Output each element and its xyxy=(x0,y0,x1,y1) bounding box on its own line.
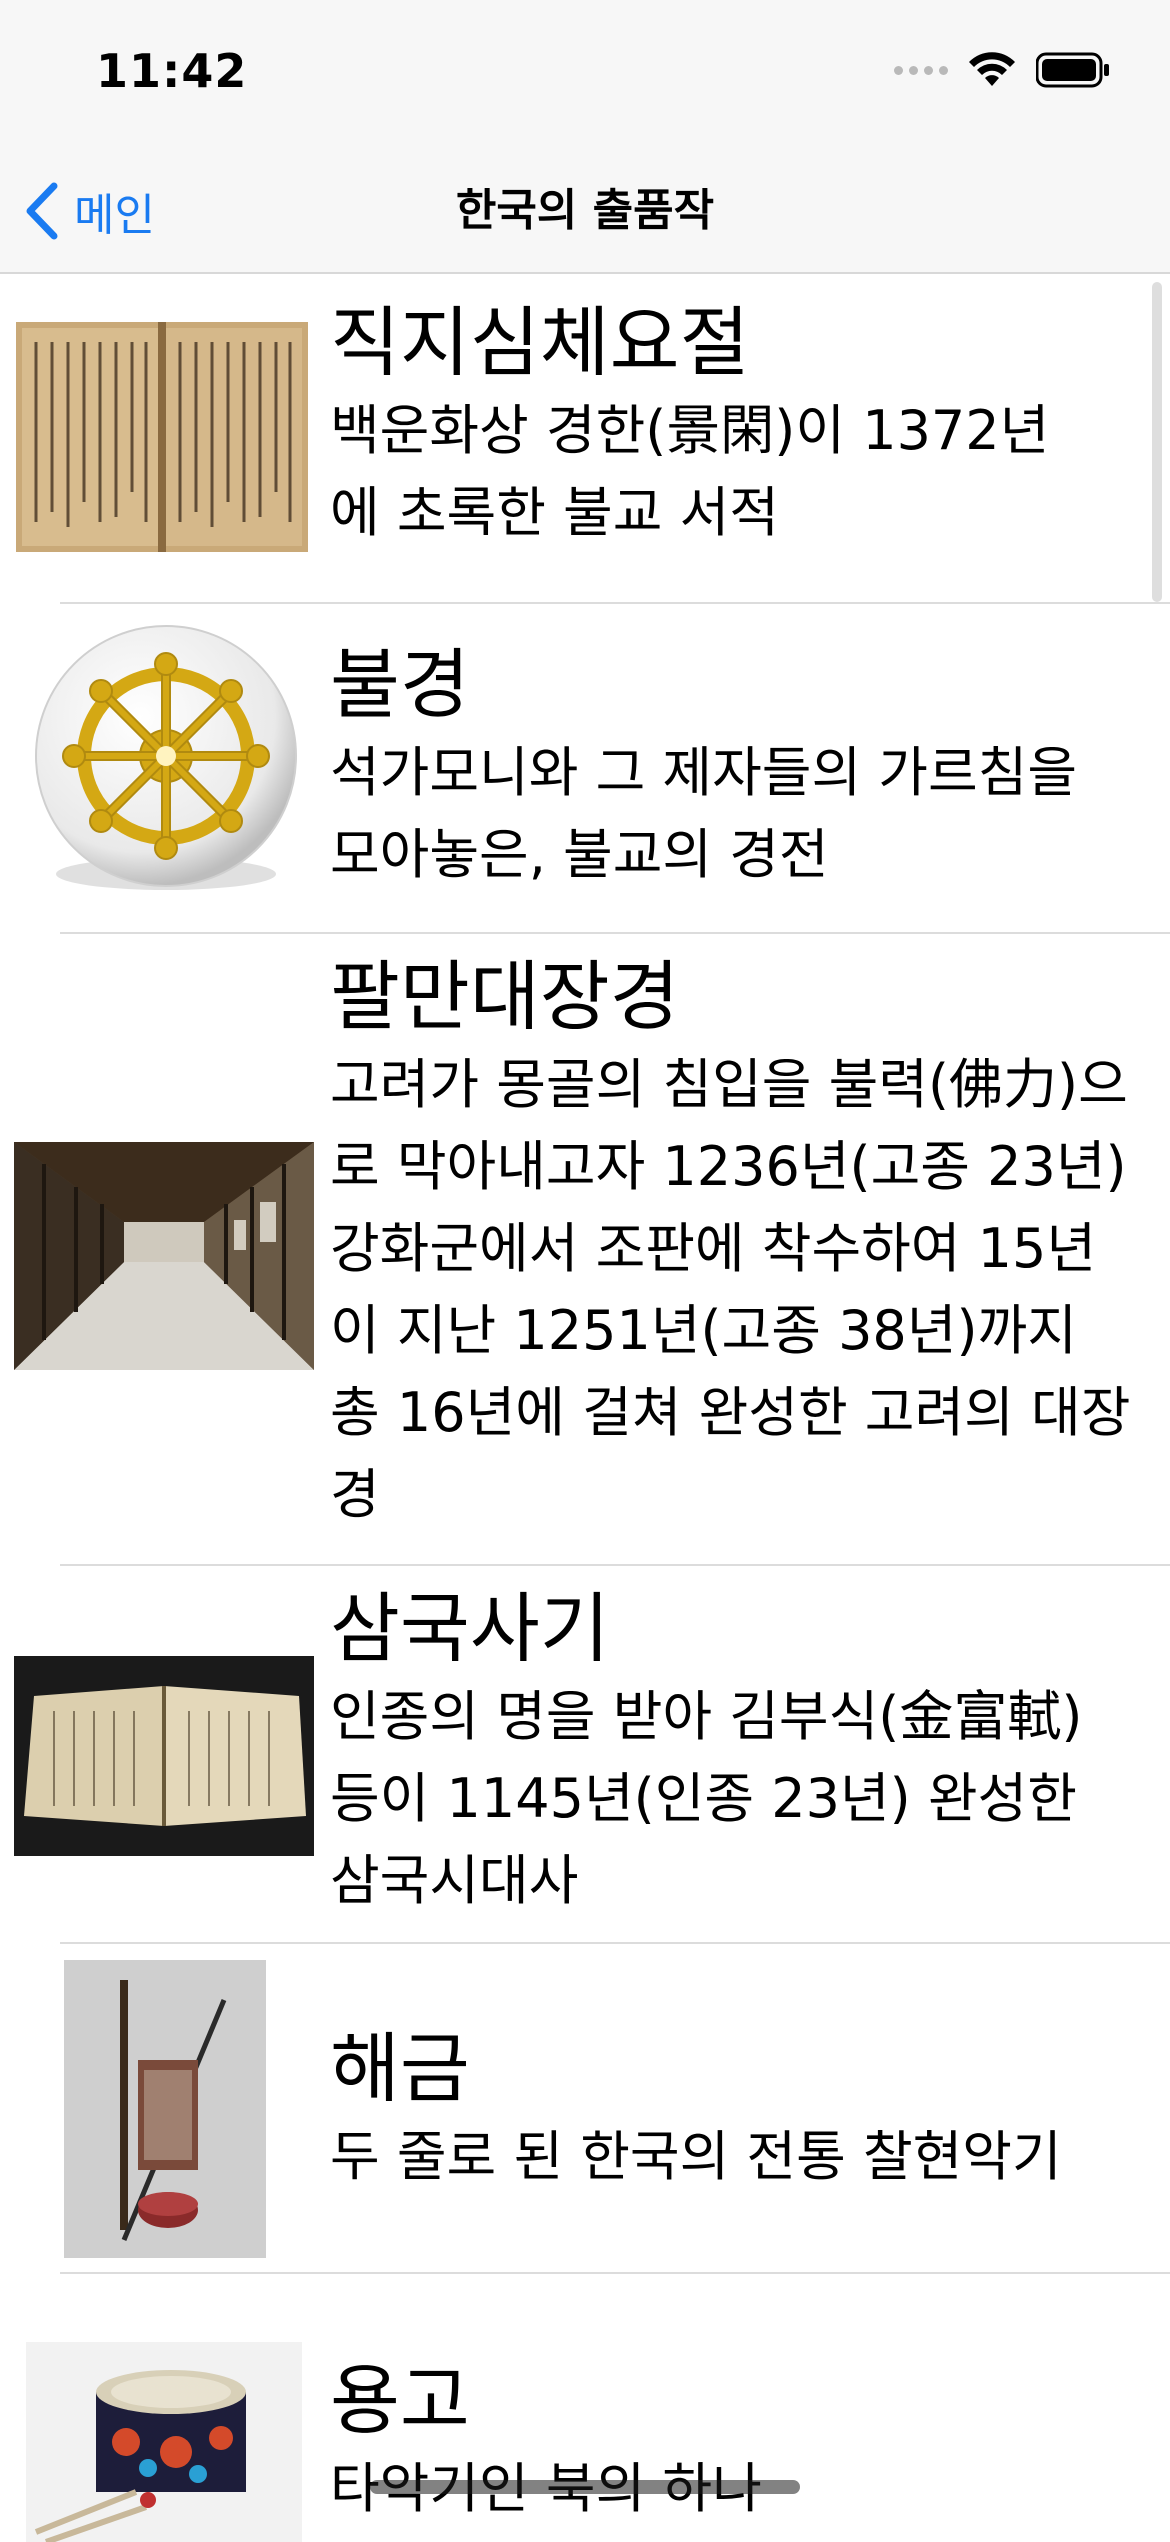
old-book-image xyxy=(16,322,308,552)
item-description: 고려가 몽골의 침입을 불력(佛力)으로 막아내고자 1236년(고종 23년)… xyxy=(330,1053,1131,1526)
item-description: 인종의 명을 받아 김부식(金富軾)등이 1145년(인종 23년) 완성한 삼… xyxy=(330,1685,1083,1912)
exhibit-list: 직지심체요절 백운화상 경한(景閑)이 1372년에 초록한 불교 서적 불경 … xyxy=(0,274,1170,2542)
status-bar: 11:42 xyxy=(0,0,1170,150)
status-icons xyxy=(894,52,1110,88)
status-time: 11:42 xyxy=(96,44,248,98)
home-indicator[interactable] xyxy=(370,2480,800,2494)
item-title: 불경 xyxy=(330,640,470,729)
list-item-text: 용고 타악기인 북의 하나 xyxy=(330,2354,1160,2530)
list-item-sutra[interactable]: 불경 석가모니와 그 제자들의 가르침을 모아놓은, 불교의 경전 xyxy=(0,604,1170,934)
dharma-wheel-icon xyxy=(32,624,300,904)
list-item-jikji[interactable]: 직지심체요절 백운화상 경한(景閑)이 1372년에 초록한 불교 서적 xyxy=(0,274,1170,604)
item-title: 용고 xyxy=(330,2356,470,2445)
list-item-text: 삼국사기 인종의 명을 받아 김부식(金富軾)등이 1145년(인종 23년) … xyxy=(330,1582,1150,1922)
list-item-text: 팔만대장경 고려가 몽골의 침입을 불력(佛力)으로 막아내고자 1236년(고… xyxy=(330,950,1150,1536)
scroll-indicator[interactable] xyxy=(1152,282,1162,602)
item-title: 삼국사기 xyxy=(330,1584,610,1673)
wifi-icon xyxy=(969,52,1015,86)
list-item-yonggo[interactable]: 용고 타악기인 북의 하나 xyxy=(0,2274,1170,2542)
item-title: 팔만대장경 xyxy=(330,952,680,1041)
list-item-text: 해금 두 줄로 된 한국의 전통 찰현악기 xyxy=(330,2022,1160,2198)
battery-icon xyxy=(1036,52,1109,88)
cellular-signal-icon xyxy=(894,65,948,75)
list-item-text: 직지심체요절 백운화상 경한(景閑)이 1372년에 초록한 불교 서적 xyxy=(330,296,1090,554)
open-book-image xyxy=(14,1656,314,1856)
item-description: 두 줄로 된 한국의 전통 찰현악기 xyxy=(330,2125,1062,2188)
list-item-text: 불경 석가모니와 그 제자들의 가르침을 모아놓은, 불교의 경전 xyxy=(330,638,1150,896)
list-item-samguk-sagi[interactable]: 삼국사기 인종의 명을 받아 김부식(金富軾)등이 1145년(인종 23년) … xyxy=(0,1566,1170,1944)
drum-image xyxy=(26,2342,302,2542)
item-description: 석가모니와 그 제자들의 가르침을 모아놓은, 불교의 경전 xyxy=(330,741,1078,886)
item-title: 해금 xyxy=(330,2024,470,2113)
page-title: 한국의 출품작 xyxy=(455,185,715,236)
list-item-haegeum[interactable]: 해금 두 줄로 된 한국의 전통 찰현악기 xyxy=(0,1944,1170,2274)
list-item-tripitaka[interactable]: 팔만대장경 고려가 몽골의 침입을 불력(佛力)으로 막아내고자 1236년(고… xyxy=(0,934,1170,1566)
haegeum-image xyxy=(64,1960,266,2258)
library-hall-image xyxy=(14,1142,314,1370)
item-description: 백운화상 경한(景閑)이 1372년에 초록한 불교 서적 xyxy=(330,399,1050,544)
item-title: 직지심체요절 xyxy=(330,298,750,387)
navigation-bar: 메인 한국의 출품작 xyxy=(0,150,1170,274)
